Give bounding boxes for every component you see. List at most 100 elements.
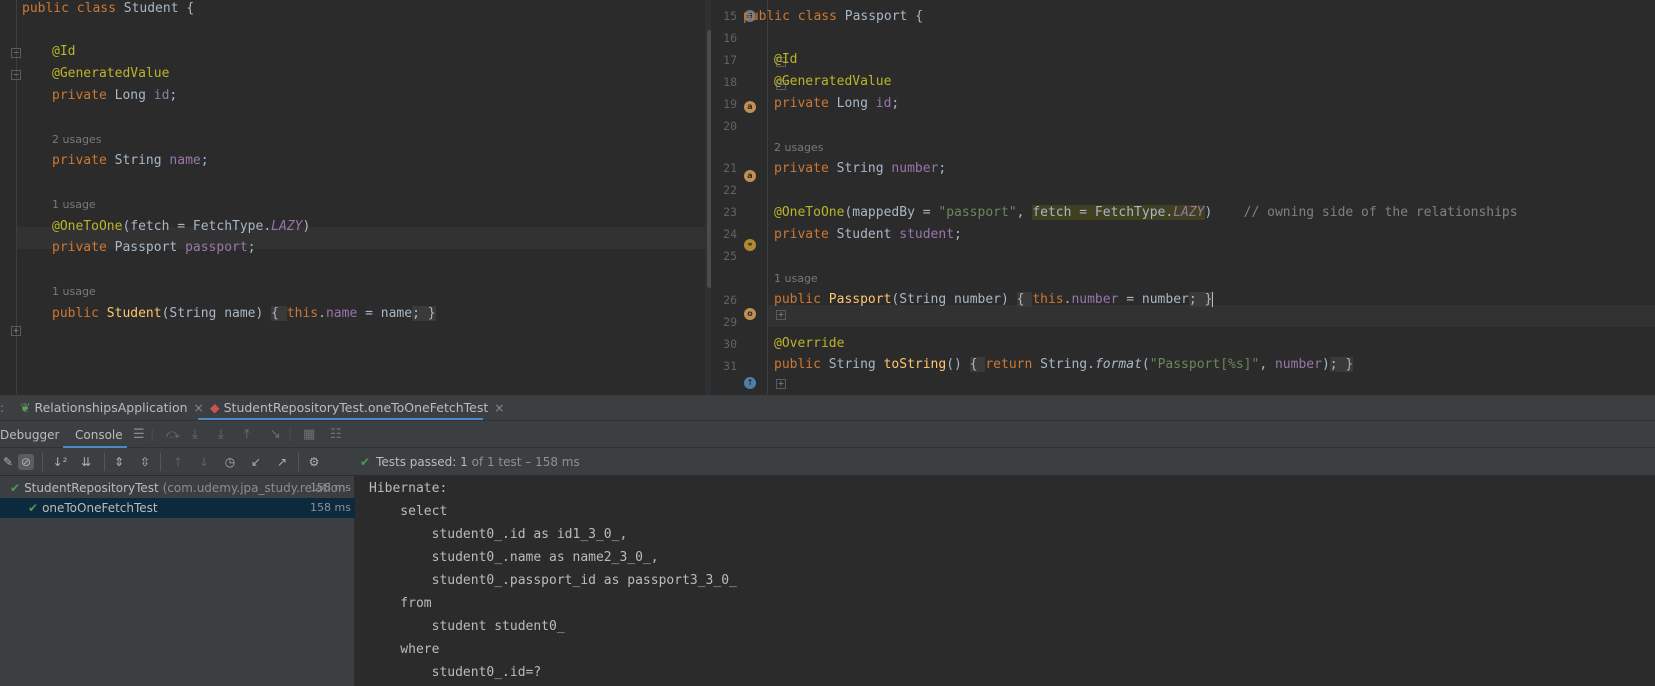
code-line: private Passport passport; [52, 240, 256, 255]
status-count: 1 [460, 455, 468, 469]
fold-marker-icon[interactable]: + [776, 379, 786, 389]
code-line: private String number; [774, 161, 947, 176]
line-number: 26 [723, 293, 737, 307]
console-line: select [369, 504, 448, 519]
usage-hint[interactable]: 2 usages [774, 141, 823, 154]
toolbar-separator [160, 453, 161, 471]
status-label: Tests passed: [376, 455, 457, 469]
code-line: @GeneratedValue [52, 66, 170, 81]
usage-hint[interactable]: 1 usage [52, 285, 96, 298]
line-number: 16 [723, 31, 737, 45]
line-number: 23 [723, 205, 737, 219]
test-method-name: oneToOneFetchTest [42, 501, 158, 515]
test-status: ✔ Tests passed: 1 of 1 test – 158 ms [360, 448, 580, 476]
tree-row-test[interactable]: ✔ oneToOneFetchTest 158 ms [0, 498, 355, 518]
next-failed-icon[interactable]: ↓ [196, 454, 212, 470]
toolbar-separator [104, 453, 105, 471]
step-out-icon[interactable]: ⤒ [244, 421, 250, 449]
test-runner-toolbar: ✎ ⊘ ↓² ⇊ ⇕ ⇳ ↑ ↓ ◷ ↙ ↗ ⚙ ✔ Tests passed: … [0, 448, 1655, 476]
usage-hint[interactable]: 2 usages [52, 133, 101, 146]
bean-icon[interactable]: a [744, 170, 756, 182]
gear-icon[interactable]: ⚙ [306, 454, 322, 470]
close-icon[interactable]: × [194, 401, 204, 415]
show-ignored-icon[interactable]: ⊘ [18, 454, 34, 470]
pencil-icon[interactable]: ✎ [0, 454, 16, 470]
code-line: public class Student { [22, 1, 195, 16]
line-number: 24 [723, 227, 737, 241]
code-line: private Long id; [774, 96, 900, 111]
console-line: where [369, 642, 440, 657]
run-tabs-bar: : ❦ RelationshipsApplication × ◆ StudentR… [0, 394, 1655, 421]
code-line: @OneToOne(mappedBy = "passport", fetch =… [774, 205, 1518, 220]
test-class-name: StudentRepositoryTest [24, 481, 159, 495]
tab-relationships-application[interactable]: ❦ RelationshipsApplication × [20, 395, 204, 421]
code-line: @Override [774, 336, 845, 351]
trace-icon[interactable]: ☷ [330, 421, 342, 449]
line-number: 21 [723, 161, 737, 175]
sort-duration-icon[interactable]: ⇊ [78, 454, 94, 470]
toolbar-separator [298, 453, 299, 471]
evaluate-icon[interactable]: ▦ [303, 421, 315, 449]
code-line: @OneToOne(fetch = FetchType.LAZY) [52, 219, 311, 234]
code-line: @GeneratedValue [774, 74, 892, 89]
step-over-icon[interactable]: ⤼ [166, 421, 180, 449]
override-icon[interactable]: ↑ [744, 377, 756, 389]
console-line: from [369, 596, 432, 611]
usage-hint[interactable]: 1 usage [774, 272, 818, 285]
export-tests-icon[interactable]: ↗ [274, 454, 290, 470]
console-output[interactable]: Hibernate: select student0_.id as id1_3_… [356, 476, 1655, 686]
close-icon[interactable]: × [494, 401, 504, 415]
line-number: 29 [723, 315, 737, 329]
collapse-all-icon[interactable]: ⇳ [137, 454, 153, 470]
console-line: student0_.id=? [369, 665, 542, 680]
test-results-tree[interactable]: ✔ StudentRepositoryTest (com.udemy.jpa_st… [0, 476, 355, 686]
expand-all-icon[interactable]: ⇕ [111, 454, 127, 470]
bean-icon[interactable]: o [744, 308, 756, 320]
tab-label: RelationshipsApplication [34, 400, 188, 415]
console-line: student0_.passport_id as passport3_3_0_ [369, 573, 745, 588]
history-icon[interactable]: ◷ [222, 454, 238, 470]
relationship-icon[interactable]: ⚭ [744, 239, 756, 251]
tree-row-root[interactable]: ✔ StudentRepositoryTest (com.udemy.jpa_st… [0, 478, 355, 498]
tab-overflow[interactable]: : [0, 395, 4, 421]
test-duration: 158 ms [310, 501, 351, 514]
sort-alpha-icon[interactable]: ↓² [52, 454, 68, 470]
fold-marker-icon[interactable]: − [11, 70, 21, 80]
step-into-icon[interactable]: ⤓ [192, 421, 198, 449]
menu-icon[interactable]: ☰ [133, 421, 145, 449]
fold-marker-icon[interactable]: + [776, 310, 786, 320]
console-line: student0_.id as id1_3_0_, [369, 527, 628, 542]
toolbar-separator [42, 453, 43, 471]
code-line: public class Passport { [743, 9, 924, 24]
left-editor[interactable]: − − + public class Student { @Id @Generate… [0, 0, 705, 394]
fold-marker-icon[interactable]: − [11, 48, 21, 58]
code-line: public Student(String name) { this.name … [52, 306, 436, 321]
line-number: 18 [723, 75, 737, 89]
bean-icon[interactable]: a [744, 101, 756, 113]
tab-label: StudentRepositoryTest.oneToOneFetchTest [223, 400, 489, 415]
line-number: 19 [723, 97, 737, 111]
tab-debugger[interactable]: Debugger [0, 421, 59, 449]
line-number: 15 [723, 9, 737, 23]
run-to-cursor-icon[interactable]: ↘ [270, 421, 281, 449]
code-line: @Id [774, 52, 798, 67]
right-editor[interactable]: 15 16 17 18 19 20 21 22 23 24 25 26 29 30 31 ≡ a a ⚭ o… [711, 0, 1655, 394]
fold-marker-icon[interactable]: + [11, 326, 21, 336]
console-line: student student0_ [369, 619, 573, 634]
usage-hint[interactable]: 1 usage [52, 198, 96, 211]
previous-failed-icon[interactable]: ↑ [170, 454, 186, 470]
debug-subtabs-bar: Debugger Console ☰ | ⤼ ⤓ ⤓ ⤒ ↘ | ▦ ☷ [0, 420, 1655, 449]
console-line: student0_.name as name2_3_0_, [369, 550, 659, 565]
toolbar-separator: | [288, 427, 293, 442]
code-line: @Id [52, 44, 76, 59]
check-icon: ✔ [28, 501, 39, 515]
import-tests-icon[interactable]: ↙ [248, 454, 264, 470]
force-step-into-icon[interactable]: ⤓ [218, 421, 224, 449]
check-icon: ✔ [10, 481, 21, 495]
line-number: 22 [723, 183, 737, 197]
toolbar-separator: | [150, 427, 155, 442]
gutter-divider [767, 0, 768, 394]
test-duration: 158 ms [310, 481, 351, 494]
tab-console[interactable]: Console [75, 421, 123, 449]
line-number: 25 [723, 249, 737, 263]
